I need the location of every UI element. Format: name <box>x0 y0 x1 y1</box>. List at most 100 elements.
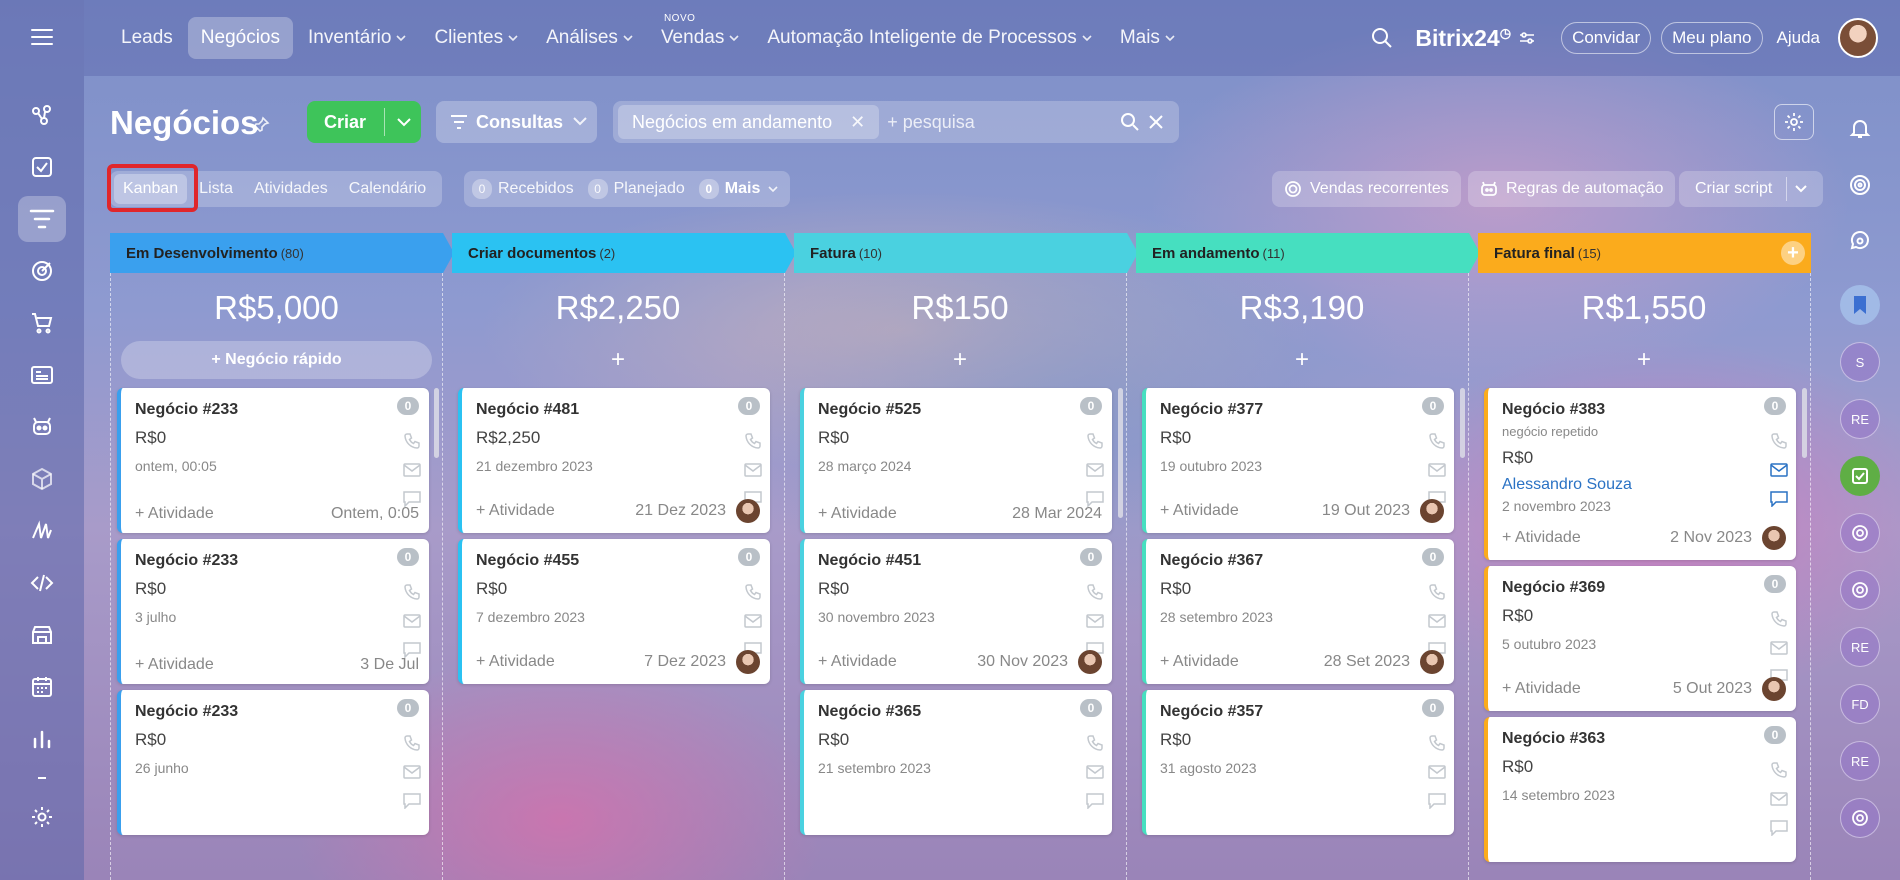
chart-icon[interactable] <box>18 716 66 762</box>
responsible-avatar[interactable] <box>1420 650 1444 674</box>
phone-icon[interactable] <box>1770 755 1788 784</box>
clear-icon[interactable] <box>1148 114 1164 130</box>
mail-icon[interactable] <box>1086 455 1104 484</box>
add-activity-link[interactable]: + Atividade <box>1160 653 1239 671</box>
nav-item-vendas[interactable]: NOVO Vendas <box>648 13 752 59</box>
add-activity-link[interactable]: + Atividade <box>818 653 897 671</box>
phone-icon[interactable] <box>744 577 762 606</box>
robot-icon[interactable] <box>18 404 66 450</box>
nav-item-leads[interactable]: Leads <box>108 17 186 59</box>
add-deal-button[interactable]: + <box>1478 341 1810 379</box>
tab-calendario[interactable]: Calendário <box>340 174 435 204</box>
responsible-avatar[interactable] <box>1762 526 1786 550</box>
sliders-icon[interactable] <box>1519 30 1535 46</box>
deal-card[interactable]: Negócio #369 R$0 5 outubro 2023 0 + Atividad… <box>1484 566 1796 711</box>
mail-icon[interactable] <box>403 757 421 786</box>
contact-circle[interactable]: FD <box>1840 684 1880 724</box>
column-scrollbar[interactable] <box>1802 388 1807 458</box>
recurring-sales-button[interactable]: Vendas recorrentes <box>1272 171 1461 207</box>
nav-item-automacao-inteligente-de-processos[interactable]: Automação Inteligente de Processos <box>754 17 1104 59</box>
nav-item-mais[interactable]: Mais <box>1107 17 1188 59</box>
responsible-avatar[interactable] <box>736 650 760 674</box>
deal-card[interactable]: Negócio #525 R$0 28 março 2024 0 + Atividade… <box>800 388 1112 533</box>
my-plan-button[interactable]: Meu plano <box>1661 22 1763 54</box>
add-activity-link[interactable]: + Atividade <box>135 505 214 523</box>
deal-title[interactable]: Negócio #377 <box>1160 401 1442 419</box>
mail-icon[interactable] <box>744 455 762 484</box>
phone-icon[interactable] <box>1770 604 1788 633</box>
deal-title[interactable]: Negócio #363 <box>1502 730 1784 748</box>
deal-title[interactable]: Negócio #455 <box>476 552 758 570</box>
settings-button[interactable] <box>1774 104 1814 140</box>
add-activity-link[interactable]: + Atividade <box>135 656 214 674</box>
phone-icon[interactable] <box>403 426 421 455</box>
add-activity-link[interactable]: + Atividade <box>476 653 555 671</box>
counter-recebidos[interactable]: 0 Recebidos <box>472 179 574 199</box>
chat-icon[interactable] <box>403 786 421 815</box>
tasks-icon[interactable] <box>18 144 66 190</box>
phone-icon[interactable] <box>1428 728 1446 757</box>
close-icon[interactable]: ✕ <box>850 112 865 133</box>
search-icon[interactable] <box>1371 27 1393 49</box>
deal-title[interactable]: Negócio #451 <box>818 552 1100 570</box>
add-deal-button[interactable]: + <box>794 341 1126 379</box>
chat-icon[interactable] <box>1428 786 1446 815</box>
filter-chip[interactable]: Negócios em andamento ✕ <box>618 105 880 139</box>
chat-icon[interactable] <box>1086 786 1104 815</box>
deal-card[interactable]: Negócio #383 negócio repetido R$0 Alessandr… <box>1484 388 1796 560</box>
mail-icon[interactable] <box>1428 606 1446 635</box>
mail-icon[interactable] <box>1428 455 1446 484</box>
nav-item-clientes[interactable]: Clientes <box>421 17 531 59</box>
crm-funnel-icon[interactable] <box>18 196 66 242</box>
deal-title[interactable]: Negócio #233 <box>135 703 417 721</box>
add-deal-button[interactable]: + <box>1136 341 1468 379</box>
chat-icon[interactable] <box>1770 484 1788 513</box>
deal-title[interactable]: Negócio #233 <box>135 401 417 419</box>
counter-planejado[interactable]: 0 Planejado <box>587 179 685 199</box>
phone-icon[interactable] <box>1086 728 1104 757</box>
chat-search-icon[interactable] <box>1840 222 1880 262</box>
user-avatar[interactable] <box>1838 18 1878 58</box>
deal-title[interactable]: Negócio #525 <box>818 401 1100 419</box>
column-scrollbar[interactable] <box>434 388 439 458</box>
create-script-button[interactable]: Criar script <box>1679 171 1824 207</box>
deal-card[interactable]: Negócio #377 R$0 19 outubro 2023 0 + Ativida… <box>1142 388 1454 533</box>
phone-icon[interactable] <box>1770 426 1788 455</box>
phone-icon[interactable] <box>1086 577 1104 606</box>
signature-icon[interactable] <box>18 508 66 554</box>
cart-icon[interactable] <box>18 300 66 346</box>
automation-rules-button[interactable]: Regras de automação <box>1468 171 1676 207</box>
column-header[interactable]: Em andamento (11) <box>1136 233 1480 273</box>
spiral-icon[interactable] <box>1840 165 1880 205</box>
mail-icon[interactable] <box>1770 784 1788 813</box>
queries-button[interactable]: Consultas <box>436 101 597 143</box>
deal-card[interactable]: Negócio #233 R$0 ontem, 00:05 0 + Atividade O… <box>117 388 429 533</box>
contact-circle[interactable]: RE <box>1840 741 1880 781</box>
target-icon[interactable] <box>1840 570 1880 610</box>
checklist-icon[interactable] <box>1840 456 1880 496</box>
add-column-icon[interactable]: + <box>1781 241 1805 265</box>
add-activity-link[interactable]: + Atividade <box>1502 680 1581 698</box>
store-icon[interactable] <box>18 612 66 658</box>
search-icon[interactable] <box>1120 112 1140 132</box>
add-deal-button[interactable]: + <box>452 341 784 379</box>
chat-icon[interactable] <box>1770 813 1788 842</box>
add-activity-link[interactable]: + Atividade <box>1160 502 1239 520</box>
column-header[interactable]: Em Desenvolvimento (80) <box>110 233 454 273</box>
target-icon[interactable] <box>18 248 66 294</box>
nav-item-negocios[interactable]: Negócios <box>187 17 293 59</box>
column-scrollbar[interactable] <box>1118 388 1123 518</box>
mail-icon[interactable] <box>1770 455 1788 484</box>
column-header[interactable]: Fatura final (15) + <box>1478 233 1811 273</box>
phone-icon[interactable] <box>744 426 762 455</box>
phone-icon[interactable] <box>1428 577 1446 606</box>
bell-icon[interactable] <box>1840 108 1880 148</box>
tab-atividades[interactable]: Atividades <box>245 174 337 204</box>
box-icon[interactable] <box>18 456 66 502</box>
contact-card-icon[interactable] <box>18 352 66 398</box>
deal-card[interactable]: Negócio #357 R$0 31 agosto 2023 0 <box>1142 690 1454 835</box>
column-header[interactable]: Criar documentos (2) <box>452 233 796 273</box>
bookmark-icon[interactable] <box>1840 285 1880 325</box>
deal-title[interactable]: Negócio #369 <box>1502 579 1784 597</box>
deal-card[interactable]: Negócio #233 R$0 26 junho 0 <box>117 690 429 835</box>
